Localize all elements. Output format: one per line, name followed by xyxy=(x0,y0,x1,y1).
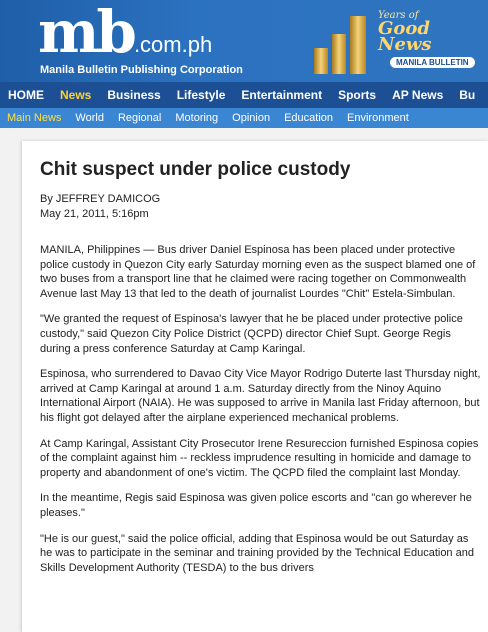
site-logo[interactable]: mb.com.ph xyxy=(38,2,212,62)
subnav-item-education[interactable]: Education xyxy=(277,112,340,124)
article-paragraph: At Camp Karingal, Assistant City Prosecu… xyxy=(40,437,479,479)
article-byline: By JEFFREY DAMICOG xyxy=(40,193,161,205)
article-paragraph: MANILA, Philippines — Bus driver Daniel … xyxy=(40,244,476,300)
subnav-item-world[interactable]: World xyxy=(68,112,111,124)
nav-item-entertainment[interactable]: Entertainment xyxy=(233,88,330,102)
gold-bars-icon xyxy=(314,16,366,74)
subnav-item-main-news[interactable]: Main News xyxy=(0,112,68,124)
nav-item-ap-news[interactable]: AP News xyxy=(384,88,451,102)
subnav-item-opinion[interactable]: Opinion xyxy=(225,112,277,124)
article-paragraph: "He is our guest," said the police offic… xyxy=(40,532,474,574)
article-title: Chit suspect under police custody xyxy=(40,159,351,180)
promo-badge: MANILA BULLETIN xyxy=(390,57,475,68)
good-news-banner[interactable]: Years of Good News MANILA BULLETIN xyxy=(308,0,488,82)
nav-item-home[interactable]: HOME xyxy=(0,88,52,102)
article-paragraph: In the meantime, Regis said Espinosa was… xyxy=(40,492,472,519)
article-body: MANILA, Philippines — Bus driver Daniel … xyxy=(40,243,482,586)
logo-tagline: Manila Bulletin Publishing Corporation xyxy=(40,64,243,76)
nav-item-sports[interactable]: Sports xyxy=(330,88,384,102)
nav-item-lifestyle[interactable]: Lifestyle xyxy=(169,88,234,102)
nav-item-news[interactable]: News xyxy=(52,88,99,102)
logo-mark: mb xyxy=(38,0,137,66)
article-paragraph: Espinosa, who surrendered to Davao City … xyxy=(40,368,481,424)
subnav-item-motoring[interactable]: Motoring xyxy=(168,112,225,124)
article-date: May 21, 2011, 5:16pm xyxy=(40,208,149,220)
promo-big: Good News xyxy=(378,18,432,55)
logo-domain: .com.ph xyxy=(133,32,213,57)
article-paragraph: "We granted the request of Espinosa's la… xyxy=(40,313,463,355)
article-meta: By JEFFREY DAMICOG May 21, 2011, 5:16pm xyxy=(40,192,160,222)
article-container: Chit suspect under police custody By JEF… xyxy=(22,141,488,632)
secondary-nav: Main News World Regional Motoring Opinion Edu… xyxy=(0,108,488,128)
primary-nav: HOME News Business Lifestyle Entertainment Sp… xyxy=(0,82,488,108)
subnav-item-environment[interactable]: Environment xyxy=(340,112,416,124)
site-header: mb.com.ph Manila Bulletin Publishing Cor… xyxy=(0,0,488,82)
nav-item-bu[interactable]: Bu xyxy=(451,88,483,102)
nav-item-business[interactable]: Business xyxy=(99,88,168,102)
subnav-item-regional[interactable]: Regional xyxy=(111,112,168,124)
good-news-text: Years of Good News xyxy=(378,10,488,55)
